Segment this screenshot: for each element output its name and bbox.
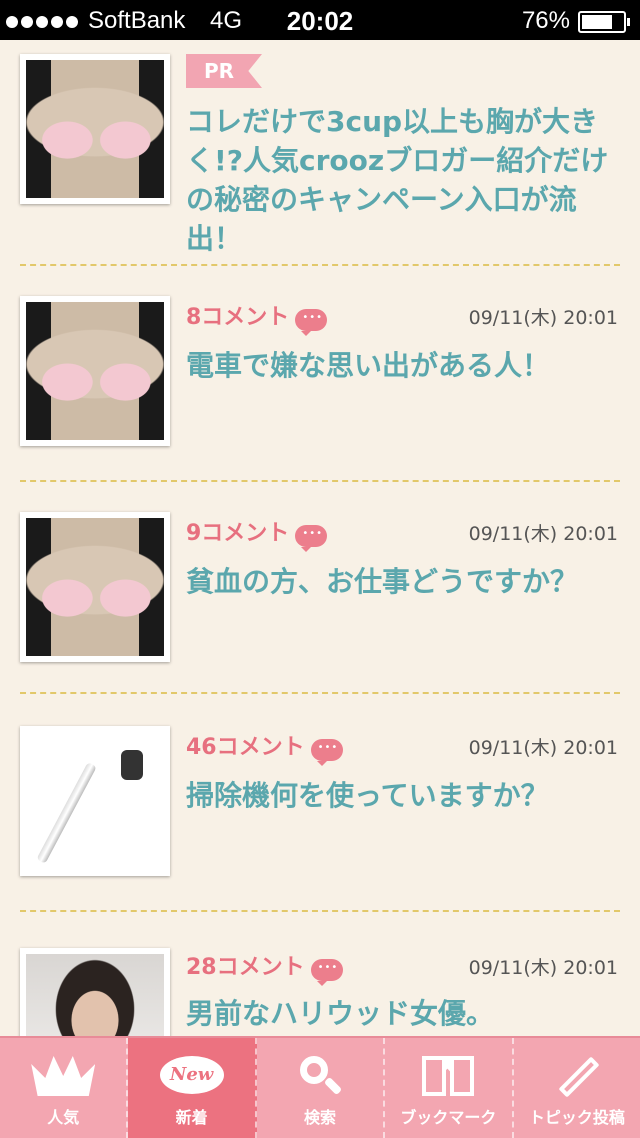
pr-title[interactable]: コレだけで3cup以上も胸が大きく!?人気croozブロガー紹介だけの秘密のキャ…: [186, 102, 618, 258]
pr-list-item[interactable]: PR コレだけで3cup以上も胸が大きく!?人気croozブロガー紹介だけの秘密…: [0, 40, 640, 265]
comment-bubble-icon: [310, 958, 343, 986]
status-bar: SoftBank 4G 20:02 76%: [0, 0, 640, 40]
post-date: 09/11(木) 20:01: [468, 737, 618, 759]
topic-thumbnail: [20, 512, 170, 662]
topic-list-item[interactable]: 9コメント 09/11(木) 20:01 貧血の方、お仕事どうですか？: [0, 480, 640, 693]
comment-count: 8コメント: [186, 305, 290, 330]
search-icon: [300, 1056, 340, 1096]
post-date: 09/11(木) 20:01: [468, 957, 618, 979]
bookmark-book-icon: [422, 1056, 475, 1098]
topic-meta: 9コメント 09/11(木) 20:01: [186, 518, 618, 552]
topic-title[interactable]: 貧血の方、お仕事どうですか？: [186, 562, 618, 601]
tab-bar: 人気 New 新着 検索 ブックマーク トピック投稿: [0, 1036, 640, 1138]
tab-post-topic[interactable]: トピック投稿: [514, 1038, 640, 1138]
post-date: 09/11(木) 20:01: [468, 523, 618, 545]
tab-bookmark[interactable]: ブックマーク: [385, 1038, 514, 1138]
tab-search[interactable]: 検索: [257, 1038, 386, 1138]
post-date: 09/11(木) 20:01: [468, 307, 618, 329]
topic-thumbnail: [20, 726, 170, 876]
pr-tag: PR: [186, 54, 262, 88]
topic-title[interactable]: 電車で嫌な思い出がある人！: [186, 346, 618, 385]
comment-count: 9コメント: [186, 521, 290, 546]
comment-count: 28コメント: [186, 955, 305, 980]
tab-popular[interactable]: 人気: [0, 1038, 129, 1138]
pr-thumbnail: [20, 54, 170, 204]
topic-list-item[interactable]: 8コメント 09/11(木) 20:01 電車で嫌な思い出がある人！: [0, 264, 640, 481]
tab-label: 新着: [175, 1108, 208, 1127]
battery-icon: [578, 11, 630, 33]
pencil-icon: [555, 1056, 599, 1100]
tab-label: トピック投稿: [528, 1108, 625, 1127]
topic-title[interactable]: 掃除機何を使っていますか？: [186, 776, 618, 815]
topic-list-item[interactable]: 28コメント 09/11(木) 20:01 男前なハリウッド女優。: [0, 910, 640, 1098]
tab-label: 人気: [47, 1108, 80, 1127]
tab-new[interactable]: New 新着: [128, 1038, 257, 1138]
tab-label: ブックマーク: [400, 1108, 497, 1127]
battery-percent: 76%: [521, 7, 570, 34]
new-bubble-icon: New: [159, 1056, 224, 1094]
comment-count: 46コメント: [186, 735, 305, 760]
topic-list-item[interactable]: 46コメント 09/11(木) 20:01 掃除機何を使っていますか？: [0, 692, 640, 910]
topic-meta: 28コメント 09/11(木) 20:01: [186, 952, 618, 986]
comment-bubble-icon: [310, 738, 343, 766]
comment-bubble-icon: [295, 524, 328, 552]
crown-icon: [31, 1056, 96, 1096]
topic-title[interactable]: 男前なハリウッド女優。: [186, 994, 618, 1033]
tab-label: 検索: [304, 1108, 337, 1127]
topic-meta: 8コメント 09/11(木) 20:01: [186, 302, 618, 336]
comment-bubble-icon: [295, 308, 328, 336]
topic-meta: 46コメント 09/11(木) 20:01: [186, 732, 618, 766]
topic-thumbnail: [20, 296, 170, 446]
